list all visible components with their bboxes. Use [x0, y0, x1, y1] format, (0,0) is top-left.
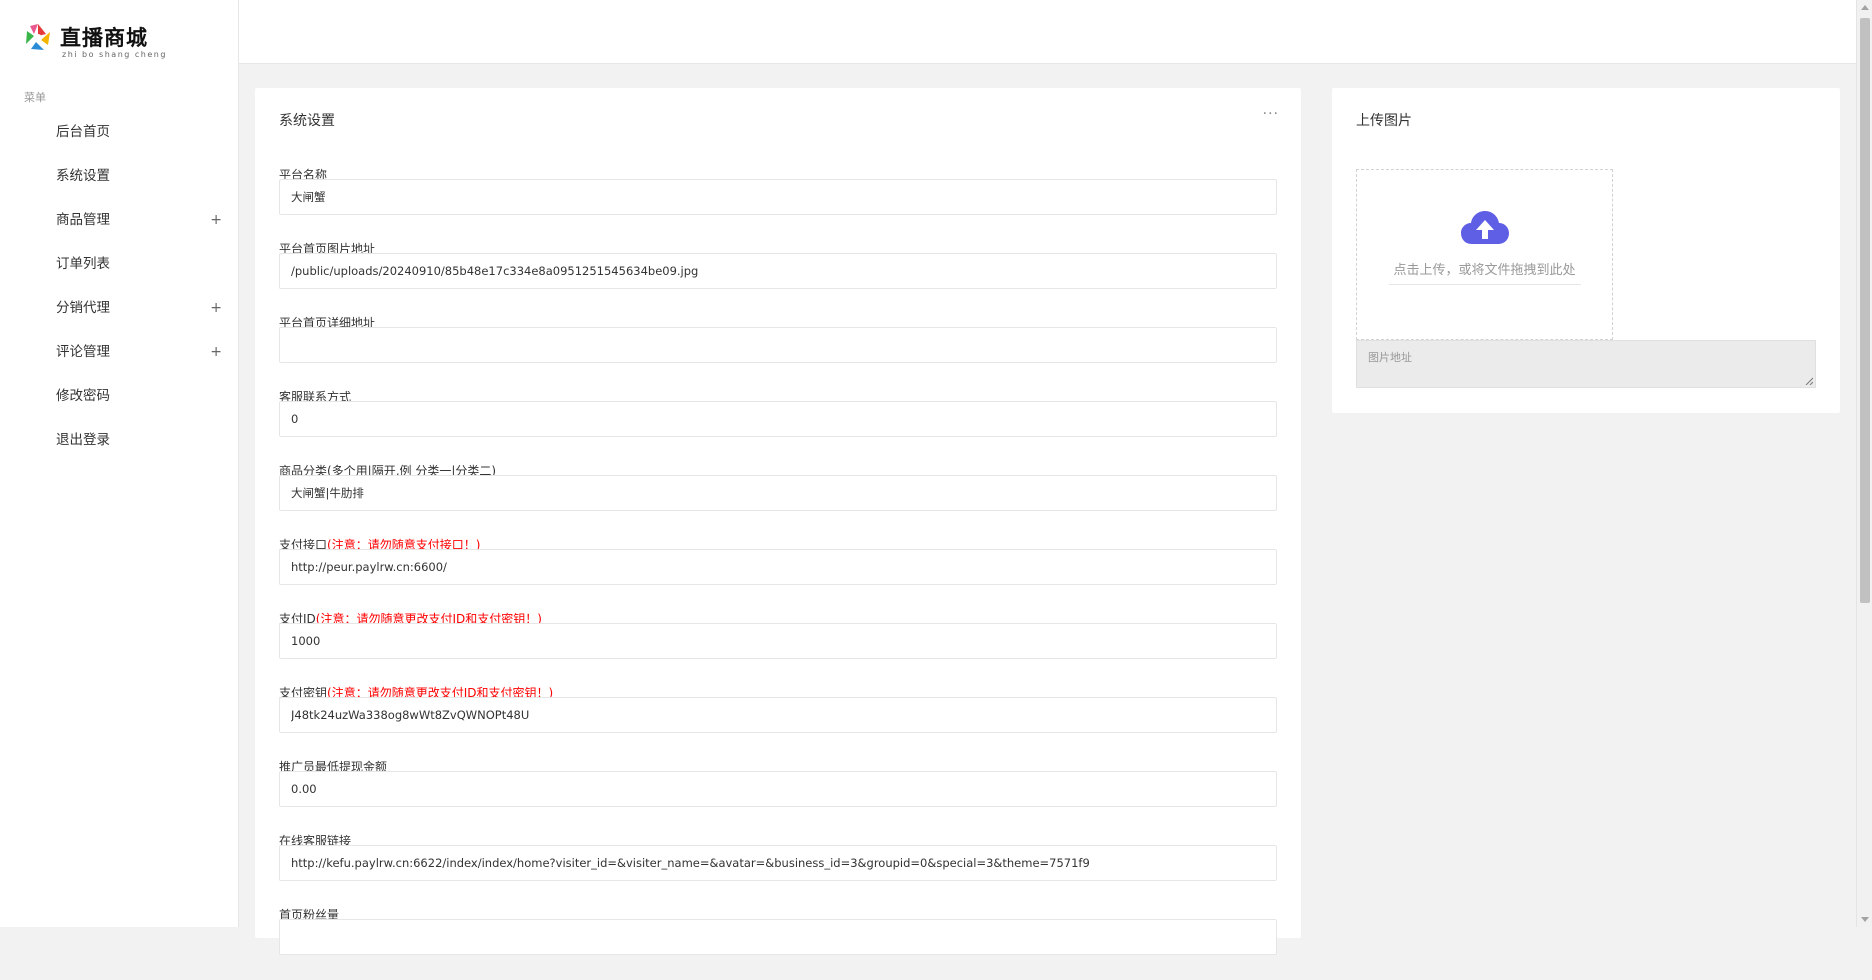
card-title: 系统设置 — [279, 113, 335, 129]
homepage-followers-input[interactable] — [279, 919, 1277, 955]
payment-id-input[interactable] — [279, 623, 1277, 659]
product-categories-input[interactable] — [279, 475, 1277, 511]
sidebar-item-label: 修改密码 — [56, 388, 110, 404]
sidebar-item-label: 系统设置 — [56, 168, 110, 184]
brand-subtitle: zhi bo shang cheng — [62, 50, 167, 59]
payment-key-input[interactable] — [279, 697, 1277, 733]
upload-image-card: 上传图片 点击上传，或将文件拖拽到此处 图片地址 — [1332, 88, 1840, 413]
field-homepage-followers: 首页粉丝量 — [279, 906, 1279, 980]
sidebar-item-label: 后台首页 — [56, 124, 110, 140]
sidebar-item-label: 评论管理 — [56, 344, 110, 360]
card-title: 上传图片 — [1356, 113, 1412, 129]
system-settings-card: 系统设置 ··· 平台名称 平台首页图片地址 平台首页详细地址 客服联系方式 商… — [255, 88, 1301, 955]
sidebar-item-distribution-agents[interactable]: 分销代理 + — [0, 286, 238, 330]
field-product-categories: 商品分类(多个用|隔开,例 分类一|分类二) — [279, 462, 1279, 536]
scroll-down-icon[interactable] — [1861, 917, 1869, 922]
menu-caption: 菜单 — [24, 91, 46, 104]
scroll-up-icon[interactable] — [1861, 5, 1869, 10]
field-payment-id: 支付ID(注意：请勿随意更改支付ID和支付密钥！) — [279, 610, 1279, 684]
homepage-detail-address-input[interactable] — [279, 327, 1277, 363]
expand-plus-icon[interactable]: + — [210, 330, 222, 374]
page-scrollbar[interactable] — [1856, 0, 1872, 927]
dropzone-text: 点击上传，或将文件拖拽到此处 — [1393, 263, 1576, 278]
field-payment-gateway: 支付接口(注意：请勿随意支付接口！) — [279, 536, 1279, 610]
field-platform-name: 平台名称 — [279, 166, 1279, 240]
platform-name-input[interactable] — [279, 179, 1277, 215]
sidebar-item-order-list[interactable]: 订单列表 — [0, 242, 238, 286]
sidebar-menu: 后台首页 系统设置 商品管理 + 订单列表 分销代理 + 评论管理 + 修改密码… — [0, 110, 238, 462]
brand-title: 直播商城 — [60, 25, 148, 50]
sidebar-item-product-management[interactable]: 商品管理 + — [0, 198, 238, 242]
resize-grip-icon[interactable] — [1805, 377, 1813, 385]
image-url-placeholder: 图片地址 — [1368, 351, 1412, 364]
sidebar-item-system-settings[interactable]: 系统设置 — [0, 154, 238, 198]
top-header — [239, 0, 1856, 64]
cloud-upload-icon — [1461, 211, 1509, 244]
field-homepage-image-url: 平台首页图片地址 — [279, 240, 1279, 314]
expand-plus-icon[interactable]: + — [210, 286, 222, 330]
customer-service-contact-input[interactable] — [279, 401, 1277, 437]
field-customer-service-contact: 客服联系方式 — [279, 388, 1279, 462]
online-service-link-input[interactable] — [279, 845, 1277, 881]
sidebar: 直播商城 zhi bo shang cheng 菜单 后台首页 系统设置 商品管… — [0, 0, 239, 927]
sidebar-item-change-password[interactable]: 修改密码 — [0, 374, 238, 418]
sidebar-item-label: 订单列表 — [56, 256, 110, 272]
upload-dropzone[interactable]: 点击上传，或将文件拖拽到此处 — [1356, 169, 1613, 340]
sidebar-item-label: 商品管理 — [56, 212, 110, 228]
sidebar-item-dashboard[interactable]: 后台首页 — [0, 110, 238, 154]
payment-gateway-input[interactable] — [279, 549, 1277, 585]
scrollbar-thumb[interactable] — [1860, 18, 1870, 603]
sidebar-item-label: 分销代理 — [56, 300, 110, 316]
sidebar-item-logout[interactable]: 退出登录 — [0, 418, 238, 462]
field-payment-key: 支付密钥(注意：请勿随意更改支付ID和支付密钥！) — [279, 684, 1279, 758]
expand-plus-icon[interactable]: + — [210, 198, 222, 242]
settings-form: 平台名称 平台首页图片地址 平台首页详细地址 客服联系方式 商品分类(多个用|隔… — [279, 166, 1279, 980]
min-withdrawal-input[interactable] — [279, 771, 1277, 807]
sidebar-item-label: 退出登录 — [56, 432, 110, 448]
logo-icon — [26, 24, 50, 50]
more-icon[interactable]: ··· — [1263, 106, 1279, 122]
image-url-textarea[interactable]: 图片地址 — [1356, 340, 1816, 388]
homepage-image-url-input[interactable] — [279, 253, 1277, 289]
divider — [1389, 284, 1581, 285]
field-min-withdrawal: 推广员最低提现金额 — [279, 758, 1279, 832]
sidebar-item-comment-management[interactable]: 评论管理 + — [0, 330, 238, 374]
field-homepage-detail-address: 平台首页详细地址 — [279, 314, 1279, 388]
field-online-service-link: 在线客服链接 — [279, 832, 1279, 906]
